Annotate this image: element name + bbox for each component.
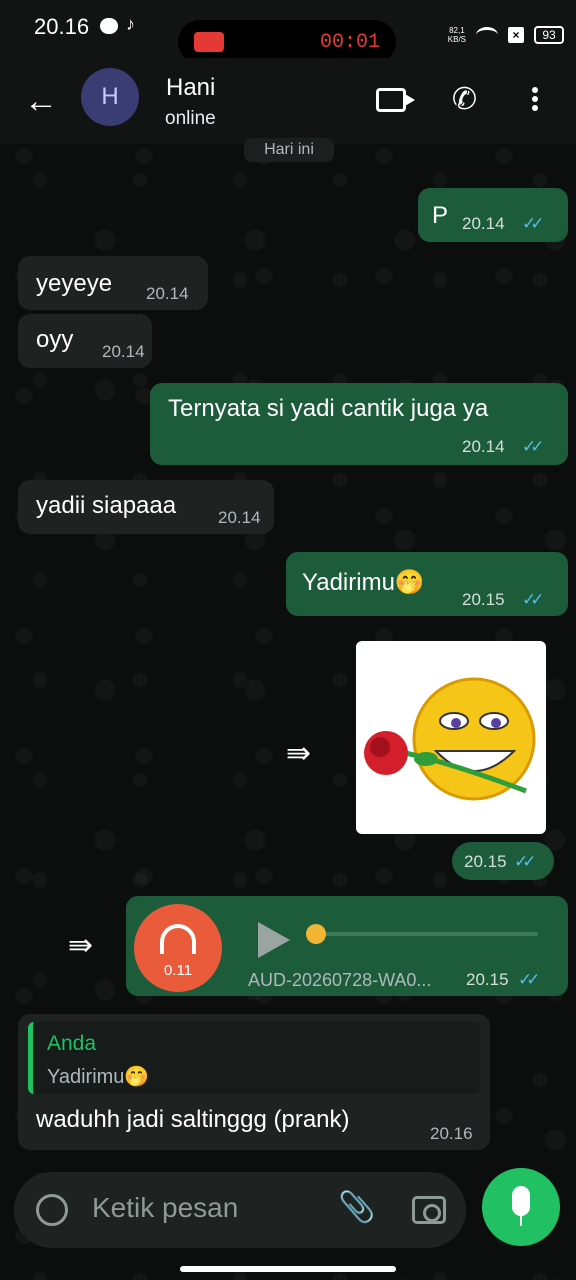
audio-avatar: 0.11 <box>134 904 222 992</box>
message-bubble-incoming[interactable]: yadii siapaaa 20.14 <box>18 480 274 534</box>
message-text: P <box>432 202 449 229</box>
sticker-emoji-icon[interactable] <box>36 1194 68 1226</box>
contact-name[interactable]: Hani <box>166 74 215 102</box>
forward-icon[interactable]: ⇛ <box>286 736 311 771</box>
message-text: oyy <box>36 326 74 353</box>
reply-quote[interactable]: Anda Yadirimu🤭 <box>28 1022 480 1094</box>
message-time: 20.15 <box>462 590 505 609</box>
read-ticks-icon: ✓✓ <box>522 437 544 456</box>
audio-timestamp: 20.15 ✓✓ <box>466 970 556 992</box>
audio-duration: 0.11 <box>163 962 193 979</box>
message-bubble-incoming[interactable]: oyy 20.14 <box>18 314 152 368</box>
read-ticks-icon: ✓✓ <box>522 590 544 609</box>
status-time: 20.16 <box>34 14 90 39</box>
home-indicator[interactable] <box>180 1266 396 1272</box>
more-options-icon[interactable] <box>530 84 540 118</box>
contact-status: online <box>165 108 216 129</box>
reply-quote-name: Anda <box>47 1032 97 1055</box>
reply-quote-text: Yadirimu🤭 <box>47 1066 150 1088</box>
status-icons: 82,1 KB/S × 93 <box>448 26 564 44</box>
message-bubble-incoming[interactable]: yeyeye 20.14 <box>18 256 208 310</box>
audio-progress-knob[interactable] <box>306 924 326 944</box>
message-time: 20.14 <box>146 284 189 303</box>
message-text: Yadirimu🤭 <box>302 569 425 596</box>
message-text: yadii siapaaa <box>36 492 177 519</box>
read-ticks-icon: ✓✓ <box>518 970 540 989</box>
camera-icon[interactable] <box>412 1196 446 1224</box>
message-input[interactable]: Ketik pesan <box>92 1192 238 1224</box>
date-chip: Hari ini <box>244 138 334 162</box>
headphones-icon <box>160 924 196 954</box>
audio-filename: AUD-20260728-WA0... <box>248 970 432 990</box>
recording-time: 00:01 <box>319 31 380 54</box>
play-icon[interactable] <box>258 922 290 958</box>
video-call-icon[interactable] <box>376 88 415 112</box>
message-bubble-outgoing[interactable]: P 20.14 ✓✓ <box>418 188 568 242</box>
message-text: yeyeye <box>36 270 113 297</box>
paperclip-icon[interactable]: 📎 <box>338 1190 375 1225</box>
message-time: 20.14 <box>462 214 505 233</box>
status-bar: 20.16 ♪ 00:01 82,1 KB/S × 93 <box>0 0 576 64</box>
network-speed: 82,1 KB/S <box>448 26 466 44</box>
message-time: 20.16 <box>430 1124 473 1143</box>
message-time: 20.14 <box>462 437 505 456</box>
message-text: waduhh jadi saltinggg (prank) <box>36 1106 350 1133</box>
voice-record-button[interactable] <box>482 1168 560 1246</box>
microphone-icon <box>512 1186 530 1226</box>
sticker-image[interactable] <box>356 641 546 834</box>
forward-icon[interactable]: ⇛ <box>68 928 93 963</box>
message-input-bar[interactable]: Ketik pesan 📎 <box>14 1172 466 1248</box>
message-bubble-outgoing[interactable]: Yadirimu🤭 20.15 ✓✓ <box>286 552 568 616</box>
audio-progress-track[interactable] <box>310 932 538 936</box>
recording-icon <box>194 32 224 52</box>
message-bubble-outgoing[interactable]: Ternyata si yadi cantik juga ya 20.14 ✓✓ <box>150 383 568 465</box>
chat-header: ← H Hani online ✆ <box>0 58 576 144</box>
wifi-icon <box>476 27 498 43</box>
network-speed-value: 82,1 <box>449 26 465 35</box>
read-ticks-icon: ✓✓ <box>514 852 536 871</box>
message-time: 20.15 <box>464 852 507 871</box>
tiktok-icon: ♪ <box>126 14 135 34</box>
message-time: 20.14 <box>218 508 261 527</box>
network-speed-unit: KB/S <box>447 35 466 44</box>
avatar[interactable]: H <box>81 68 139 126</box>
battery-icon: 93 <box>534 26 564 44</box>
message-time: 20.14 <box>102 342 145 361</box>
back-arrow-icon[interactable]: ← <box>24 84 58 118</box>
message-text: Ternyata si yadi cantik juga ya <box>168 395 489 422</box>
message-notification-icon <box>100 18 118 34</box>
chat-screen: 20.16 ♪ 00:01 82,1 KB/S × 93 ← H Hani on… <box>0 0 576 1280</box>
message-time: 20.15 <box>466 970 509 989</box>
sticker-timestamp: 20.15 ✓✓ <box>452 842 554 880</box>
read-ticks-icon: ✓✓ <box>522 214 544 233</box>
no-sim-icon: × <box>508 27 524 43</box>
phone-call-icon[interactable]: ✆ <box>452 82 477 117</box>
